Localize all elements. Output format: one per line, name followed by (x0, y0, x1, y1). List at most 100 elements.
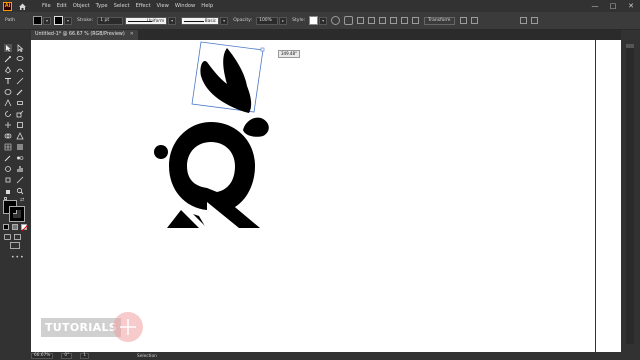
lasso-tool-icon[interactable] (16, 55, 24, 63)
stroke-swatch[interactable] (54, 16, 63, 25)
shaper-tool-icon[interactable] (4, 99, 12, 107)
menu-object[interactable]: Object (70, 0, 93, 12)
blend-tool-icon[interactable] (16, 154, 24, 162)
draw-behind-icon[interactable] (14, 234, 21, 240)
column-graph-tool-icon[interactable] (16, 165, 24, 173)
zoom-level[interactable]: 66.67% (31, 353, 54, 359)
align-right-icon[interactable] (379, 17, 387, 24)
artboard-navigation[interactable]: 1 (80, 353, 90, 359)
menu-window[interactable]: Window (172, 0, 198, 12)
control-bar: Path ▾ ▾ Stroke: 1 pt Uniform ▾ Basic ▾ … (0, 12, 640, 30)
menu-type[interactable]: Type (93, 0, 111, 12)
menu-edit[interactable]: Edit (54, 0, 70, 12)
align-bottom-icon[interactable] (412, 17, 420, 24)
fill-dropdown[interactable]: ▾ (43, 16, 51, 25)
illustrator-window: Ai File Edit Object Type Select Effect V… (0, 0, 640, 360)
stroke-color-box[interactable] (9, 206, 25, 222)
menu-view[interactable]: View (154, 0, 172, 12)
menu-file[interactable]: File (39, 0, 54, 12)
align-left-icon[interactable] (357, 17, 365, 24)
hand-tool-icon[interactable] (4, 187, 12, 195)
opacity-dropdown[interactable]: ▸ (279, 16, 288, 25)
paintbrush-tool-icon[interactable] (16, 88, 24, 96)
gradient-mode-icon[interactable] (12, 224, 18, 230)
opacity-input[interactable]: 100% (256, 16, 279, 25)
fill-swatch[interactable] (33, 16, 42, 25)
align-top-icon[interactable] (390, 17, 398, 24)
swap-fill-stroke-icon[interactable]: ⇄ (20, 197, 24, 203)
free-transform-tool-icon[interactable] (16, 121, 24, 129)
maximize-button[interactable]: □ (604, 0, 622, 12)
align-center-icon[interactable] (368, 17, 376, 24)
isolate-icon[interactable] (459, 17, 467, 24)
panel-menu-icon[interactable] (530, 17, 538, 24)
rabbit-ears-shape[interactable] (200, 48, 252, 113)
rotate-view[interactable]: 0° (61, 353, 73, 359)
rabbit-inner-dot (208, 175, 222, 189)
close-tab-icon[interactable]: ✕ (130, 30, 134, 40)
color-mode-icon[interactable] (3, 224, 9, 230)
quick-actions-icon[interactable] (470, 17, 478, 24)
screen-mode-icon[interactable] (10, 242, 20, 249)
brush-definition[interactable]: Basic (181, 16, 220, 25)
magic-wand-tool-icon[interactable] (4, 55, 12, 63)
arrange-documents-icon[interactable] (519, 17, 527, 24)
style-label: Style: (292, 18, 306, 23)
mesh-tool-icon[interactable] (4, 143, 12, 151)
curvature-tool-icon[interactable] (16, 66, 24, 74)
brush-dropdown[interactable]: ▾ (220, 16, 229, 25)
document-tab[interactable]: Untitled-1* @ 66.67 % (RGB/Preview) ✕ (31, 30, 138, 40)
graphic-style-swatch[interactable] (309, 16, 319, 25)
gradient-tool-icon[interactable] (16, 143, 24, 151)
rabbit-head-shape[interactable] (243, 117, 269, 137)
draw-normal-icon[interactable] (4, 234, 11, 240)
stroke-label: Stroke: (77, 18, 94, 23)
menu-help[interactable]: Help (198, 0, 216, 12)
selection-tool-icon[interactable] (4, 44, 12, 52)
eyedropper-tool-icon[interactable] (4, 154, 12, 162)
transform-button[interactable]: Transform (424, 16, 455, 25)
watermark: TUTORIALS (41, 312, 143, 342)
eraser-tool-icon[interactable] (16, 99, 24, 107)
rotate-tool-icon[interactable] (4, 110, 12, 118)
edit-toolbar-icon[interactable]: ••• (11, 254, 25, 261)
home-icon[interactable] (18, 2, 27, 11)
scroll-thumb[interactable] (626, 44, 634, 48)
vertical-scrollbar[interactable] (621, 30, 640, 352)
none-mode-icon[interactable] (21, 224, 28, 231)
tools-panel: ⇄ ••• (0, 40, 31, 352)
align-to-icon[interactable] (344, 16, 354, 25)
document-tab-title: Untitled-1* @ 66.67 % (RGB/Preview) (35, 32, 125, 37)
style-dropdown[interactable]: ▾ (319, 16, 328, 25)
rabbit-tail-shape[interactable] (154, 145, 168, 159)
profile-label: Uniform (147, 18, 165, 24)
scroll-track[interactable] (626, 44, 634, 344)
align-middle-icon[interactable] (401, 17, 409, 24)
menu-effect[interactable]: Effect (133, 0, 154, 12)
perspective-grid-tool-icon[interactable] (16, 132, 24, 140)
artboard-tool-icon[interactable] (4, 176, 12, 184)
scale-tool-icon[interactable] (16, 110, 24, 118)
minimize-button[interactable]: — (586, 0, 604, 12)
menu-select[interactable]: Select (111, 0, 133, 12)
variable-width-profile[interactable]: Uniform (125, 16, 168, 25)
close-window-button[interactable]: ✕ (622, 0, 640, 12)
shape-builder-tool-icon[interactable] (4, 132, 12, 140)
width-tool-icon[interactable] (4, 121, 12, 129)
opacity-label[interactable]: Opacity: (233, 18, 252, 23)
status-bar: 66.67% 0° 1 Selection (0, 352, 640, 360)
rectangle-tool-icon[interactable] (4, 88, 12, 96)
profile-dropdown[interactable]: ▾ (168, 16, 177, 25)
stroke-weight-input[interactable]: 1 pt (97, 16, 124, 25)
stroke-dropdown[interactable]: ▾ (64, 16, 72, 25)
watermark-text: TUTORIALS (41, 317, 121, 337)
slice-tool-icon[interactable] (16, 176, 24, 184)
pen-tool-icon[interactable] (4, 66, 12, 74)
line-segment-tool-icon[interactable] (16, 77, 24, 85)
recolor-artwork-icon[interactable] (331, 16, 341, 25)
zoom-tool-icon[interactable] (16, 187, 24, 195)
type-tool-icon[interactable] (4, 77, 12, 85)
direct-selection-tool-icon[interactable] (16, 44, 24, 52)
canvas[interactable]: 349.48° TUTORIALS (31, 40, 621, 352)
symbol-sprayer-tool-icon[interactable] (4, 165, 12, 173)
